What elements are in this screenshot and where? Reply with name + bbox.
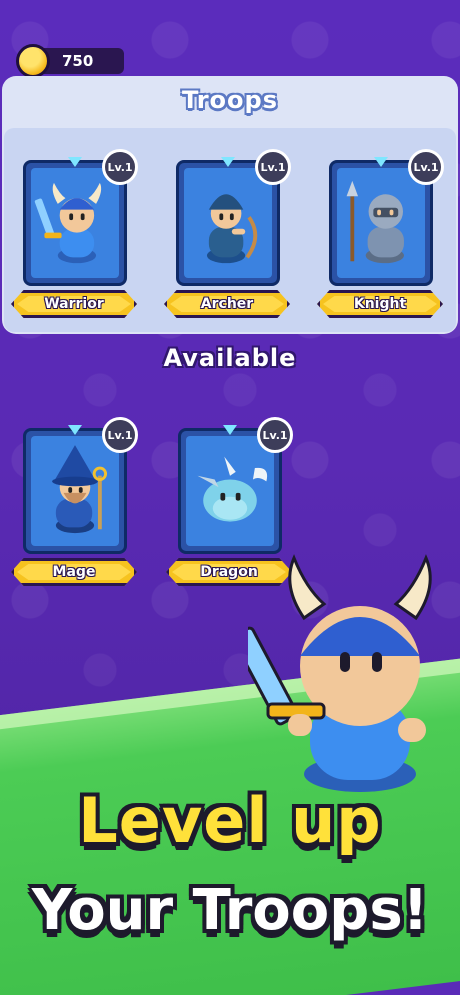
troop-card-warrior[interactable]: Lv.1 [23,149,138,286]
level-badge: Lv.1 [257,417,293,453]
level-badge: Lv.1 [102,417,138,453]
coin-count: 750 [62,52,94,70]
troop-card-mage[interactable]: Lv.1 [23,417,138,554]
troop-card-archer[interactable]: Lv.1 [176,149,291,286]
troop-card-dragon[interactable]: Lv.1 [178,417,293,554]
headline-level-up: Level up [78,784,382,857]
level-badge: Lv.1 [255,149,291,185]
level-badge: Lv.1 [102,149,138,185]
gem-icon [374,157,388,167]
gem-icon [68,157,82,167]
headline-your-troops: Your Troops! [31,878,429,943]
troop-label-archer: Archer [164,290,290,318]
card-portrait [337,168,425,278]
available-title: Available [163,344,297,372]
card-portrait [186,436,274,546]
troop-label-warrior: Warrior [11,290,137,318]
gem-icon [223,425,237,435]
card-portrait [31,168,119,278]
gem-icon [221,157,235,167]
card-portrait [31,436,119,546]
knight-icon [346,180,404,264]
archer-icon [206,194,258,264]
hero-warrior-illustration [248,554,432,792]
level-badge: Lv.1 [408,149,444,185]
gem-icon [68,425,82,435]
dragon-icon [197,456,268,522]
troop-card-knight[interactable]: Lv.1 [329,149,444,286]
card-portrait [184,168,272,278]
coin-icon [16,44,50,78]
troop-label-knight: Knight [317,290,443,318]
currency-bar: 750 [16,44,124,78]
mage-icon [52,445,108,534]
warrior-icon [34,182,102,264]
troop-label-mage: Mage [11,558,137,586]
troops-title: Troops [181,86,278,114]
